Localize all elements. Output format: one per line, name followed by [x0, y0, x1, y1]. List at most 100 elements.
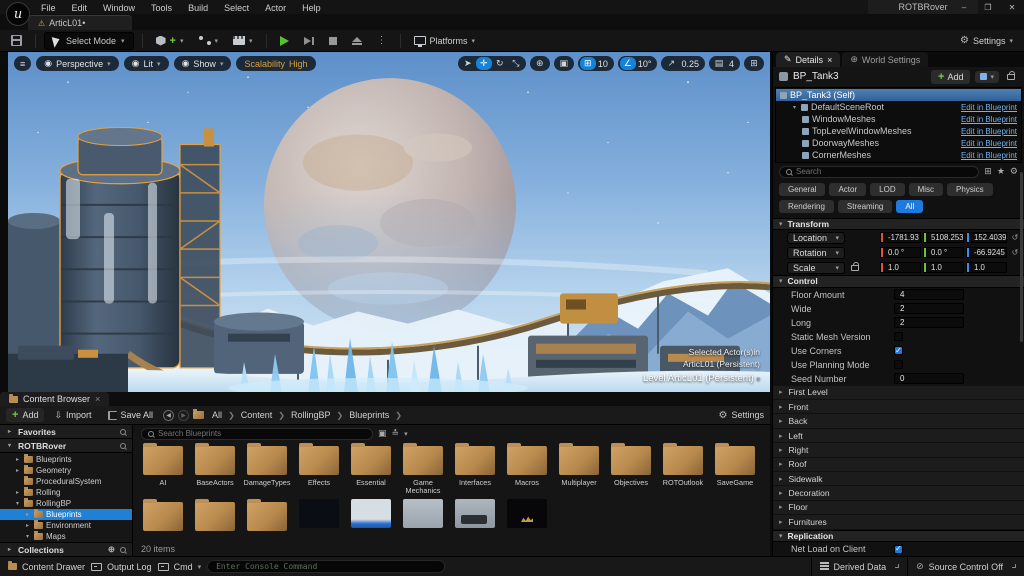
move-tool[interactable]: ✛	[476, 57, 492, 70]
component-row[interactable]: WindowMeshesEdit in Blueprint	[776, 113, 1021, 125]
asset-search-box[interactable]	[141, 428, 373, 440]
axis-value-field[interactable]: -1781.93	[880, 232, 921, 243]
property-checkbox[interactable]	[894, 360, 903, 369]
add-actor-dropdown[interactable]: + ▾	[151, 33, 189, 49]
output-log-button[interactable]: Output Log	[91, 562, 152, 572]
camera-speed[interactable]: ▤	[711, 57, 727, 70]
transform-section-header[interactable]: ▾ Transform	[773, 218, 1024, 230]
folder-tile-rotoutlook[interactable]: ROTOutlook	[657, 444, 709, 494]
menu-build[interactable]: Build	[181, 1, 215, 15]
tree-item-blueprints[interactable]: ▸Blueprints	[0, 509, 132, 520]
breadcrumb-item-all[interactable]: All	[212, 410, 222, 420]
folder-tile-damagetypes[interactable]: DamageTypes	[241, 444, 293, 494]
axis-value-field[interactable]: 152.4039	[966, 232, 1007, 243]
filter-chip-streaming[interactable]: Streaming	[838, 200, 892, 213]
platforms-dropdown[interactable]: Platforms ▾	[409, 33, 481, 49]
axis-value-field[interactable]: 0.0 °	[923, 247, 964, 258]
asset-thumbnail[interactable]	[501, 500, 553, 531]
details-scrollbar[interactable]	[1020, 172, 1023, 342]
tab-world-settings[interactable]: ⊕World Settings	[842, 52, 928, 67]
menu-window[interactable]: Window	[96, 1, 142, 15]
tree-caret-icon[interactable]: ▸	[14, 489, 21, 496]
save-button[interactable]	[6, 32, 27, 49]
folder-tile-ai[interactable]: AI	[137, 444, 189, 494]
search-icon[interactable]	[120, 429, 126, 435]
save-all-button[interactable]: Save All	[102, 408, 160, 422]
filter-chip-actor[interactable]: Actor	[829, 183, 866, 196]
section-right[interactable]: ▸Right	[773, 443, 1024, 457]
surface-snapping[interactable]: ▣	[556, 57, 572, 70]
scalability-button[interactable]: Scalability High	[236, 56, 315, 71]
chevron-down-icon[interactable]: ▾	[404, 430, 408, 438]
axis-selector-dropdown[interactable]: Scale▾	[787, 262, 845, 274]
property-input[interactable]: 2	[894, 317, 964, 328]
maximize-viewport[interactable]: ⊞	[746, 57, 762, 70]
rotate-tool[interactable]: ↻	[492, 57, 508, 70]
folder-tile-essential[interactable]: Essential	[345, 444, 397, 494]
add-content-button[interactable]: + Add	[6, 408, 44, 422]
details-settings-icon[interactable]: ⚙	[1010, 167, 1018, 177]
folder-tile[interactable]	[137, 500, 189, 531]
play-options-button[interactable]: ⋮	[372, 32, 392, 49]
axis-value-field[interactable]: 5108.253	[923, 232, 964, 243]
cinematics-dropdown[interactable]: ▾	[228, 33, 258, 48]
tree-caret-icon[interactable]: ▾	[14, 500, 21, 507]
chevron-down-icon[interactable]: ▾	[791, 104, 798, 111]
console-command-box[interactable]	[207, 560, 445, 573]
viewport-show-dropdown[interactable]: ◉Show▾	[174, 56, 232, 71]
details-search-box[interactable]	[779, 166, 979, 178]
rotation-snap-toggle-value[interactable]: 10°	[636, 59, 656, 69]
select-tool[interactable]: ➤	[460, 57, 476, 70]
axis-value-field[interactable]: 0.0 °	[880, 247, 921, 258]
component-row[interactable]: CornerMeshesEdit in Blueprint	[776, 149, 1021, 161]
filter-chip-rendering[interactable]: Rendering	[779, 200, 834, 213]
lock-icon[interactable]	[1007, 74, 1015, 80]
add-collection-icon[interactable]: ⊕	[108, 544, 115, 555]
axis-selector-dropdown[interactable]: Location▾	[787, 232, 845, 244]
asset-search-input[interactable]	[158, 429, 366, 438]
asset-thumbnail[interactable]	[293, 500, 345, 531]
grid-snap-toggle[interactable]: ⊞	[580, 57, 596, 70]
filter-icon[interactable]: ≛	[392, 429, 400, 439]
content-browser-tab[interactable]: Content Browser ×	[0, 392, 109, 406]
section-front[interactable]: ▸Front	[773, 400, 1024, 414]
source-control-button[interactable]: ⊘ Source Control Off	[916, 562, 1016, 572]
menu-file[interactable]: File	[34, 1, 63, 15]
details-search-input[interactable]	[796, 167, 972, 176]
folder-tile[interactable]	[241, 500, 293, 531]
tree-caret-icon[interactable]: ▸	[24, 522, 31, 529]
section-first-level[interactable]: ▸First Level	[773, 386, 1024, 400]
scale-snap-toggle[interactable]: ↗	[663, 57, 679, 70]
tree-item-maps[interactable]: ▾Maps	[0, 531, 132, 542]
breadcrumb-item-content[interactable]: Content	[241, 410, 273, 420]
edit-in-blueprint-link[interactable]: Edit in Blueprint	[961, 103, 1017, 112]
menu-help[interactable]: Help	[295, 1, 328, 15]
folder-tile-effects[interactable]: Effects	[293, 444, 345, 494]
property-checkbox[interactable]: ✓	[894, 545, 903, 554]
skip-frame-button[interactable]	[299, 34, 319, 48]
eject-button[interactable]	[347, 34, 367, 48]
menu-edit[interactable]: Edit	[65, 1, 95, 15]
asset-thumbnail[interactable]	[449, 500, 501, 531]
tree-item-proceduralsystem[interactable]: ProceduralSystem	[0, 476, 132, 487]
rotation-snap-toggle[interactable]: ∠	[620, 57, 636, 70]
folder-tile-objectives[interactable]: Objectives	[605, 444, 657, 494]
menu-tools[interactable]: Tools	[144, 1, 179, 15]
axis-value-field[interactable]: -66.9245	[966, 247, 1007, 258]
camera-speed-value[interactable]: 4	[727, 59, 738, 69]
search-icon[interactable]	[120, 547, 126, 553]
folder-tile-multiplayer[interactable]: Multiplayer	[553, 444, 605, 494]
level-viewport[interactable]: ≡ ◉Perspective▾◉Lit▾◉Show▾ Scalability H…	[8, 52, 770, 392]
favorites-header[interactable]: ▸ Favorites	[0, 425, 132, 439]
tree-caret-icon[interactable]: ▾	[24, 533, 31, 540]
tree-caret-icon[interactable]: ▸	[14, 456, 21, 463]
edit-in-blueprint-link[interactable]: Edit in Blueprint	[961, 127, 1017, 136]
close-icon[interactable]: ×	[95, 394, 100, 404]
tree-item-rolling[interactable]: ▸Rolling	[0, 487, 132, 498]
forward-button[interactable]: ▶	[178, 410, 189, 421]
tree-item-environment[interactable]: ▸Environment	[0, 520, 132, 531]
editor-settings-dropdown[interactable]: ⚙ Settings ▾	[955, 32, 1018, 49]
back-button[interactable]: ◀	[163, 410, 174, 421]
tab-details[interactable]: ✎Details×	[776, 52, 840, 67]
section-roof[interactable]: ▸Roof	[773, 458, 1024, 472]
